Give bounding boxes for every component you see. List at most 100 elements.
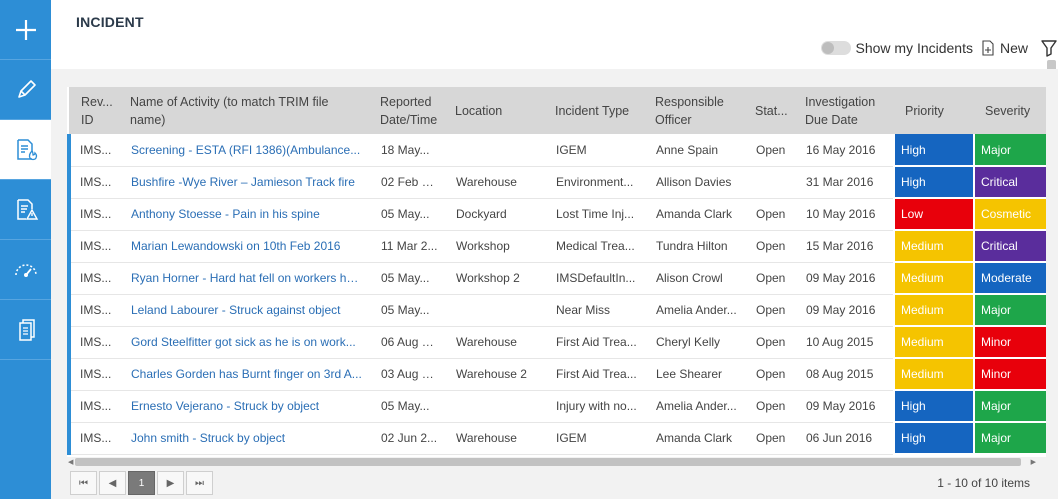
hazard-report-icon xyxy=(16,198,38,220)
cell-investigation-due-date: 09 May 2016 xyxy=(794,390,894,423)
table-row[interactable]: IMS... Bushfire -Wye River – Jamieson Tra… xyxy=(67,166,1046,199)
cell-status: Open xyxy=(744,198,794,231)
horizontal-scrollbar[interactable]: ◀ ▶ xyxy=(67,457,1037,467)
cell-reported-date: 05 May... xyxy=(369,294,444,327)
first-page-button[interactable]: ⏮ xyxy=(70,471,97,495)
cell-priority: Medium xyxy=(893,326,974,359)
cell-priority: High xyxy=(893,390,974,423)
scroll-left-icon[interactable]: ◀ xyxy=(68,458,73,466)
cell-name-of-activity[interactable]: Screening - ESTA (RFI 1386)(Ambulance... xyxy=(119,134,369,167)
table-row[interactable]: IMS... John smith - Struck by object 02 Ju… xyxy=(67,422,1046,455)
cell-name-of-activity[interactable]: Anthony Stoesse - Pain in his spine xyxy=(119,198,369,231)
last-page-icon: ⏭ xyxy=(195,477,204,489)
item-count: 1 - 10 of 10 items xyxy=(937,476,1030,490)
table-row[interactable]: IMS... Screening - ESTA (RFI 1386)(Ambula… xyxy=(67,134,1046,167)
cell-severity: Critical xyxy=(973,230,1046,263)
column-header-name-of-activity[interactable]: Name of Activity (to match TRIM file nam… xyxy=(119,87,369,134)
cell-priority: Low xyxy=(893,198,974,231)
column-header-responsible-officer[interactable]: Responsible Officer xyxy=(644,87,744,134)
table-row[interactable]: IMS... Gord Steelfitter got sick as he is… xyxy=(67,326,1046,359)
cell-name-of-activity[interactable]: Gord Steelfitter got sick as he is on wo… xyxy=(119,326,369,359)
cell-responsible-officer: Lee Shearer xyxy=(644,358,744,391)
cell-location xyxy=(444,294,544,327)
prev-page-button[interactable]: ◀ xyxy=(99,471,126,495)
cell-severity: Critical xyxy=(973,166,1046,199)
table-row[interactable]: IMS... Charles Gorden has Burnt finger on… xyxy=(67,358,1046,391)
cell-name-of-activity[interactable]: Ernesto Vejerano - Struck by object xyxy=(119,390,369,423)
table-row[interactable]: IMS... Marian Lewandowski on 10th Feb 201… xyxy=(67,230,1046,263)
cell-reported-date: 18 May... xyxy=(369,134,444,167)
column-header-priority[interactable]: Priority xyxy=(894,87,974,134)
cell-incident-type: Injury with no... xyxy=(544,390,644,423)
cell-priority: Medium xyxy=(893,294,974,327)
sidebar-item-hazard[interactable] xyxy=(0,180,51,240)
sidebar-item-dashboard[interactable] xyxy=(0,240,51,300)
column-header-investigation-due-date[interactable]: Investigation Due Date xyxy=(794,87,894,134)
table-row[interactable]: IMS... Leland Labourer - Struck against o… xyxy=(67,294,1046,327)
cell-rev-id: IMS... xyxy=(67,166,119,199)
table-row[interactable]: IMS... Ryan Horner - Hard hat fell on wor… xyxy=(67,262,1046,295)
cell-reported-date: 05 May... xyxy=(369,390,444,423)
cell-responsible-officer: Allison Davies xyxy=(644,166,744,199)
cell-responsible-officer: Tundra Hilton xyxy=(644,230,744,263)
column-header-incident-type[interactable]: Incident Type xyxy=(544,87,644,134)
first-page-icon: ⏮ xyxy=(79,477,88,489)
cell-name-of-activity[interactable]: Marian Lewandowski on 10th Feb 2016 xyxy=(119,230,369,263)
current-page-number: 1 xyxy=(138,477,145,489)
prev-page-icon: ◀ xyxy=(108,477,117,489)
scrollbar-thumb[interactable] xyxy=(75,458,1021,466)
cell-name-of-activity[interactable]: Ryan Horner - Hard hat fell on workers h… xyxy=(119,262,369,295)
cell-investigation-due-date: 09 May 2016 xyxy=(794,294,894,327)
filter-button[interactable] xyxy=(1040,39,1058,57)
toolbar: Show my Incidents New xyxy=(821,38,1058,58)
cell-responsible-officer: Alison Crowl xyxy=(644,262,744,295)
cell-priority: High xyxy=(893,166,974,199)
cell-priority: Medium xyxy=(893,358,974,391)
cell-severity: Cosmetic xyxy=(973,198,1046,231)
next-page-button[interactable]: ▶ xyxy=(157,471,184,495)
filter-icon xyxy=(1041,40,1057,57)
cell-status: Open xyxy=(744,294,794,327)
cell-name-of-activity[interactable]: Leland Labourer - Struck against object xyxy=(119,294,369,327)
cell-rev-id: IMS... xyxy=(67,390,119,423)
show-my-incidents-label: Show my Incidents xyxy=(855,40,973,56)
cell-location xyxy=(444,390,544,423)
scroll-right-icon[interactable]: ▶ xyxy=(1031,458,1036,466)
table-row[interactable]: IMS... Ernesto Vejerano - Struck by objec… xyxy=(67,390,1046,423)
cell-location: Dockyard xyxy=(444,198,544,231)
sidebar-item-add[interactable] xyxy=(0,0,51,60)
incident-grid: Rev... ID Name of Activity (to match TRIM… xyxy=(67,87,1046,457)
incident-table: Rev... ID Name of Activity (to match TRIM… xyxy=(67,87,1046,455)
sidebar-item-incident[interactable] xyxy=(0,120,51,180)
column-header-rev-id[interactable]: Rev... ID xyxy=(69,87,119,134)
cell-incident-type: First Aid Trea... xyxy=(544,326,644,359)
column-header-reported-date[interactable]: Reported Date/Time xyxy=(369,87,444,134)
cell-reported-date: 03 Aug 2... xyxy=(369,358,444,391)
cell-reported-date: 05 May... xyxy=(369,198,444,231)
plus-icon xyxy=(15,19,36,40)
cell-name-of-activity[interactable]: John smith - Struck by object xyxy=(119,422,369,455)
cell-location: Warehouse xyxy=(444,326,544,359)
cell-priority: High xyxy=(893,134,974,167)
sidebar-item-documents[interactable] xyxy=(0,300,51,360)
cell-investigation-due-date: 15 Mar 2016 xyxy=(794,230,894,263)
table-row[interactable]: IMS... Anthony Stoesse - Pain in his spin… xyxy=(67,198,1046,231)
column-header-status[interactable]: Stat... xyxy=(744,87,794,134)
show-my-incidents-toggle[interactable] xyxy=(821,41,852,55)
sidebar-item-edit[interactable] xyxy=(0,60,51,120)
cell-severity: Major xyxy=(973,390,1046,423)
cell-investigation-due-date: 31 Mar 2016 xyxy=(794,166,894,199)
cell-responsible-officer: Anne Spain xyxy=(644,134,744,167)
sidebar xyxy=(0,0,51,499)
cell-location: Warehouse xyxy=(444,422,544,455)
column-header-severity[interactable]: Severity xyxy=(974,87,1046,134)
cell-responsible-officer: Amelia Ander... xyxy=(644,390,744,423)
pencil-icon xyxy=(17,79,36,98)
current-page-button[interactable]: 1 xyxy=(128,471,155,495)
column-header-location[interactable]: Location xyxy=(444,87,544,134)
cell-name-of-activity[interactable]: Bushfire -Wye River – Jamieson Track fir… xyxy=(119,166,369,199)
cell-name-of-activity[interactable]: Charles Gorden has Burnt finger on 3rd A… xyxy=(119,358,369,391)
new-incident-button[interactable]: New xyxy=(981,40,1028,56)
last-page-button[interactable]: ⏭ xyxy=(186,471,213,495)
cell-incident-type: Environment... xyxy=(544,166,644,199)
